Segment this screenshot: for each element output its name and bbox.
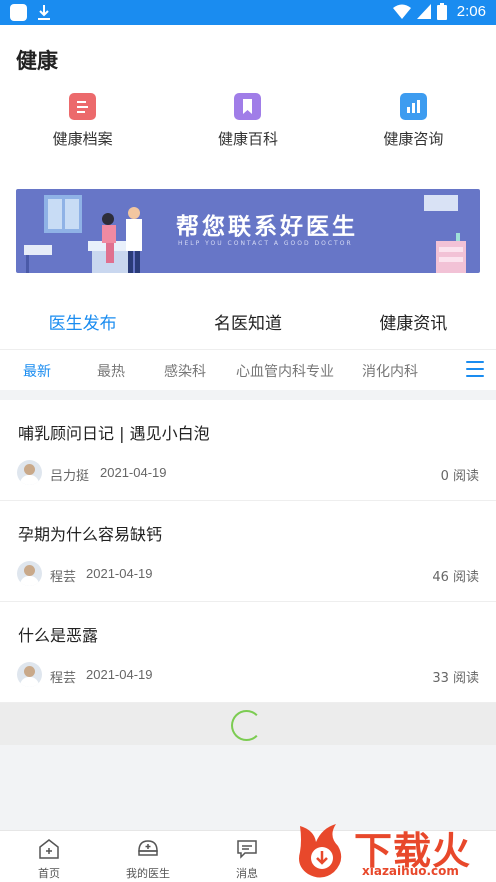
nav-messages[interactable]: 消息 [212, 839, 282, 881]
avatar [17, 460, 42, 485]
page-title: 健康 [16, 49, 58, 73]
list-item[interactable]: 什么是恶露 程芸 2021-04-19 33 阅读 [0, 602, 496, 703]
content-tabs: 医生发布 名医知道 健康资讯 [0, 300, 496, 350]
avatar [17, 561, 42, 586]
message-icon [237, 840, 257, 859]
watermark-url: xiazaihuo.com [362, 864, 459, 878]
article-author: 程芸 [50, 671, 77, 686]
article-title: 孕期为什么容易缺钙 [18, 525, 163, 544]
article-title: 哺乳顾问日记 | 遇见小白泡 [18, 424, 210, 443]
article-list: 哺乳顾问日记 | 遇见小白泡 吕力挺 2021-04-19 0 阅读 孕期为什么… [0, 400, 496, 703]
nav-label: 我的医生 [126, 867, 170, 880]
article-read-count: 0 阅读 [440, 469, 479, 484]
subtab-infection[interactable]: 感染科 [164, 361, 206, 381]
subtab-latest[interactable]: 最新 [23, 361, 51, 381]
loading-spinner-icon [231, 710, 262, 741]
doctor-cap-icon [138, 840, 158, 856]
shortcut-encyclopedia[interactable]: 健康百科 [165, 93, 330, 149]
nav-my-doctor[interactable]: 我的医生 [113, 839, 183, 881]
health-header-section: 健康 健康档案 健康百科 健康咨询 帮您联系好医生 HELP YOU CONTA… [0, 25, 496, 300]
shortcut-health-record[interactable]: 健康档案 [0, 93, 165, 149]
category-tabs: 最新 最热 感染科 心血管内科专业 消化内科 [0, 350, 496, 390]
banner-subtitle: HELP YOU CONTACT A GOOD DOCTOR [178, 240, 353, 247]
flame-logo-icon [299, 824, 342, 878]
nav-home[interactable]: 首页 [14, 839, 84, 881]
shortcut-consultation[interactable]: 健康咨询 [331, 93, 496, 149]
nav-label: 首页 [38, 867, 60, 880]
article-read-count: 33 阅读 [432, 671, 479, 686]
avatar [17, 662, 42, 687]
list-item[interactable]: 孕期为什么容易缺钙 程芸 2021-04-19 46 阅读 [0, 501, 496, 602]
download-icon [38, 5, 50, 20]
list-item[interactable]: 哺乳顾问日记 | 遇见小白泡 吕力挺 2021-04-19 0 阅读 [0, 400, 496, 501]
contact-doctor-banner[interactable]: 帮您联系好医生 HELP YOU CONTACT A GOOD DOCTOR [16, 189, 480, 273]
article-title: 什么是恶露 [18, 626, 99, 645]
encyclopedia-bookmark-icon [234, 93, 262, 120]
consultation-chart-icon [399, 93, 427, 120]
wifi-icon [392, 4, 411, 19]
article-date: 2021-04-19 [86, 667, 153, 682]
article-author: 吕力挺 [50, 469, 90, 484]
status-bar: 2:06 [0, 0, 496, 25]
signal-icon [416, 4, 431, 19]
tab-health-news[interactable]: 健康资讯 [331, 300, 496, 349]
tab-famous-doctors[interactable]: 名医知道 [165, 300, 330, 349]
app-notification-icon [10, 4, 27, 21]
battery-icon [436, 3, 447, 20]
category-menu-icon[interactable] [466, 361, 484, 378]
shortcut-grid: 健康档案 健康百科 健康咨询 [0, 93, 496, 149]
article-date: 2021-04-19 [100, 465, 167, 480]
article-date: 2021-04-19 [86, 566, 153, 581]
banner-title: 帮您联系好医生 [176, 214, 358, 240]
subtab-hottest[interactable]: 最热 [97, 361, 125, 381]
health-record-icon [69, 93, 97, 120]
article-read-count: 46 阅读 [432, 570, 479, 585]
subtab-cardiology[interactable]: 心血管内科专业 [236, 361, 334, 381]
subtab-gastroenterology[interactable]: 消化内科 [362, 361, 418, 381]
nav-label: 消息 [236, 867, 258, 880]
watermark-logo: 下载火 xiazaihuo.com [292, 818, 496, 882]
shortcut-label: 健康咨询 [383, 130, 444, 148]
status-time: 2:06 [456, 3, 486, 20]
home-plus-icon [39, 839, 59, 859]
shortcut-label: 健康百科 [217, 130, 278, 148]
article-author: 程芸 [50, 570, 77, 585]
shortcut-label: 健康档案 [52, 130, 113, 148]
tab-doctor-posts[interactable]: 医生发布 [0, 300, 165, 349]
loading-footer [0, 703, 496, 745]
